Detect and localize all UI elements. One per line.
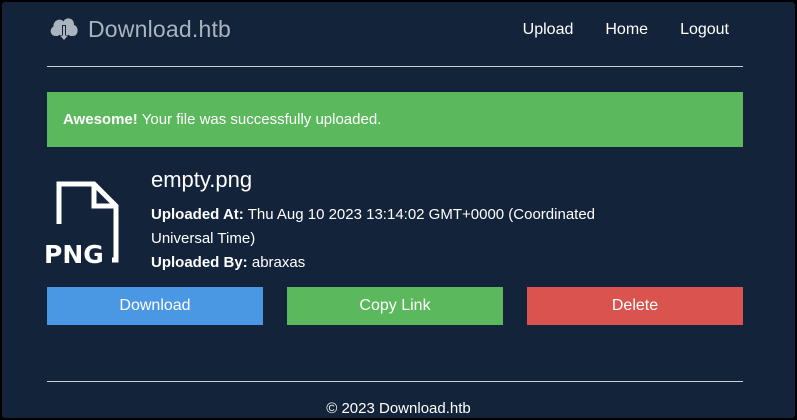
nav-logout[interactable]: Logout (680, 21, 729, 39)
brand[interactable]: Download.htb (47, 12, 231, 46)
uploaded-at-label: Uploaded At: (151, 206, 244, 223)
alert-strong: Awesome! (63, 111, 138, 128)
header-divider (47, 66, 743, 67)
png-label: PNG (44, 240, 104, 266)
footer-divider (47, 381, 743, 382)
file-name: empty.png (151, 167, 253, 192)
alert-message: Your file was successfully uploaded. (141, 111, 382, 128)
file-info: empty.png Uploaded At: Thu Aug 10 2023 1… (151, 166, 631, 275)
delete-button[interactable]: Delete (527, 287, 743, 325)
uploaded-by-value: abraxas (251, 254, 306, 271)
download-button[interactable]: Download (47, 287, 263, 325)
success-alert: Awesome! Your file was successfully uplo… (47, 92, 743, 147)
footer-copyright: © 2023 Download.htb (326, 400, 471, 417)
nav-upload[interactable]: Upload (523, 21, 574, 39)
uploaded-at: Uploaded At: Thu Aug 10 2023 13:14:02 GM… (151, 203, 631, 251)
png-file-icon: PNG (42, 180, 122, 271)
brand-name: Download.htb (88, 15, 232, 42)
nav-home[interactable]: Home (605, 21, 648, 39)
copy-link-button[interactable]: Copy Link (287, 287, 503, 325)
uploaded-by: Uploaded By: abraxas (151, 251, 631, 275)
uploaded-by-label: Uploaded By: (151, 254, 248, 271)
page: Download.htb Upload Home Logout Awesome!… (2, 2, 795, 418)
main-nav: Upload Home Logout (523, 21, 729, 39)
cloud-download-icon (50, 18, 78, 42)
